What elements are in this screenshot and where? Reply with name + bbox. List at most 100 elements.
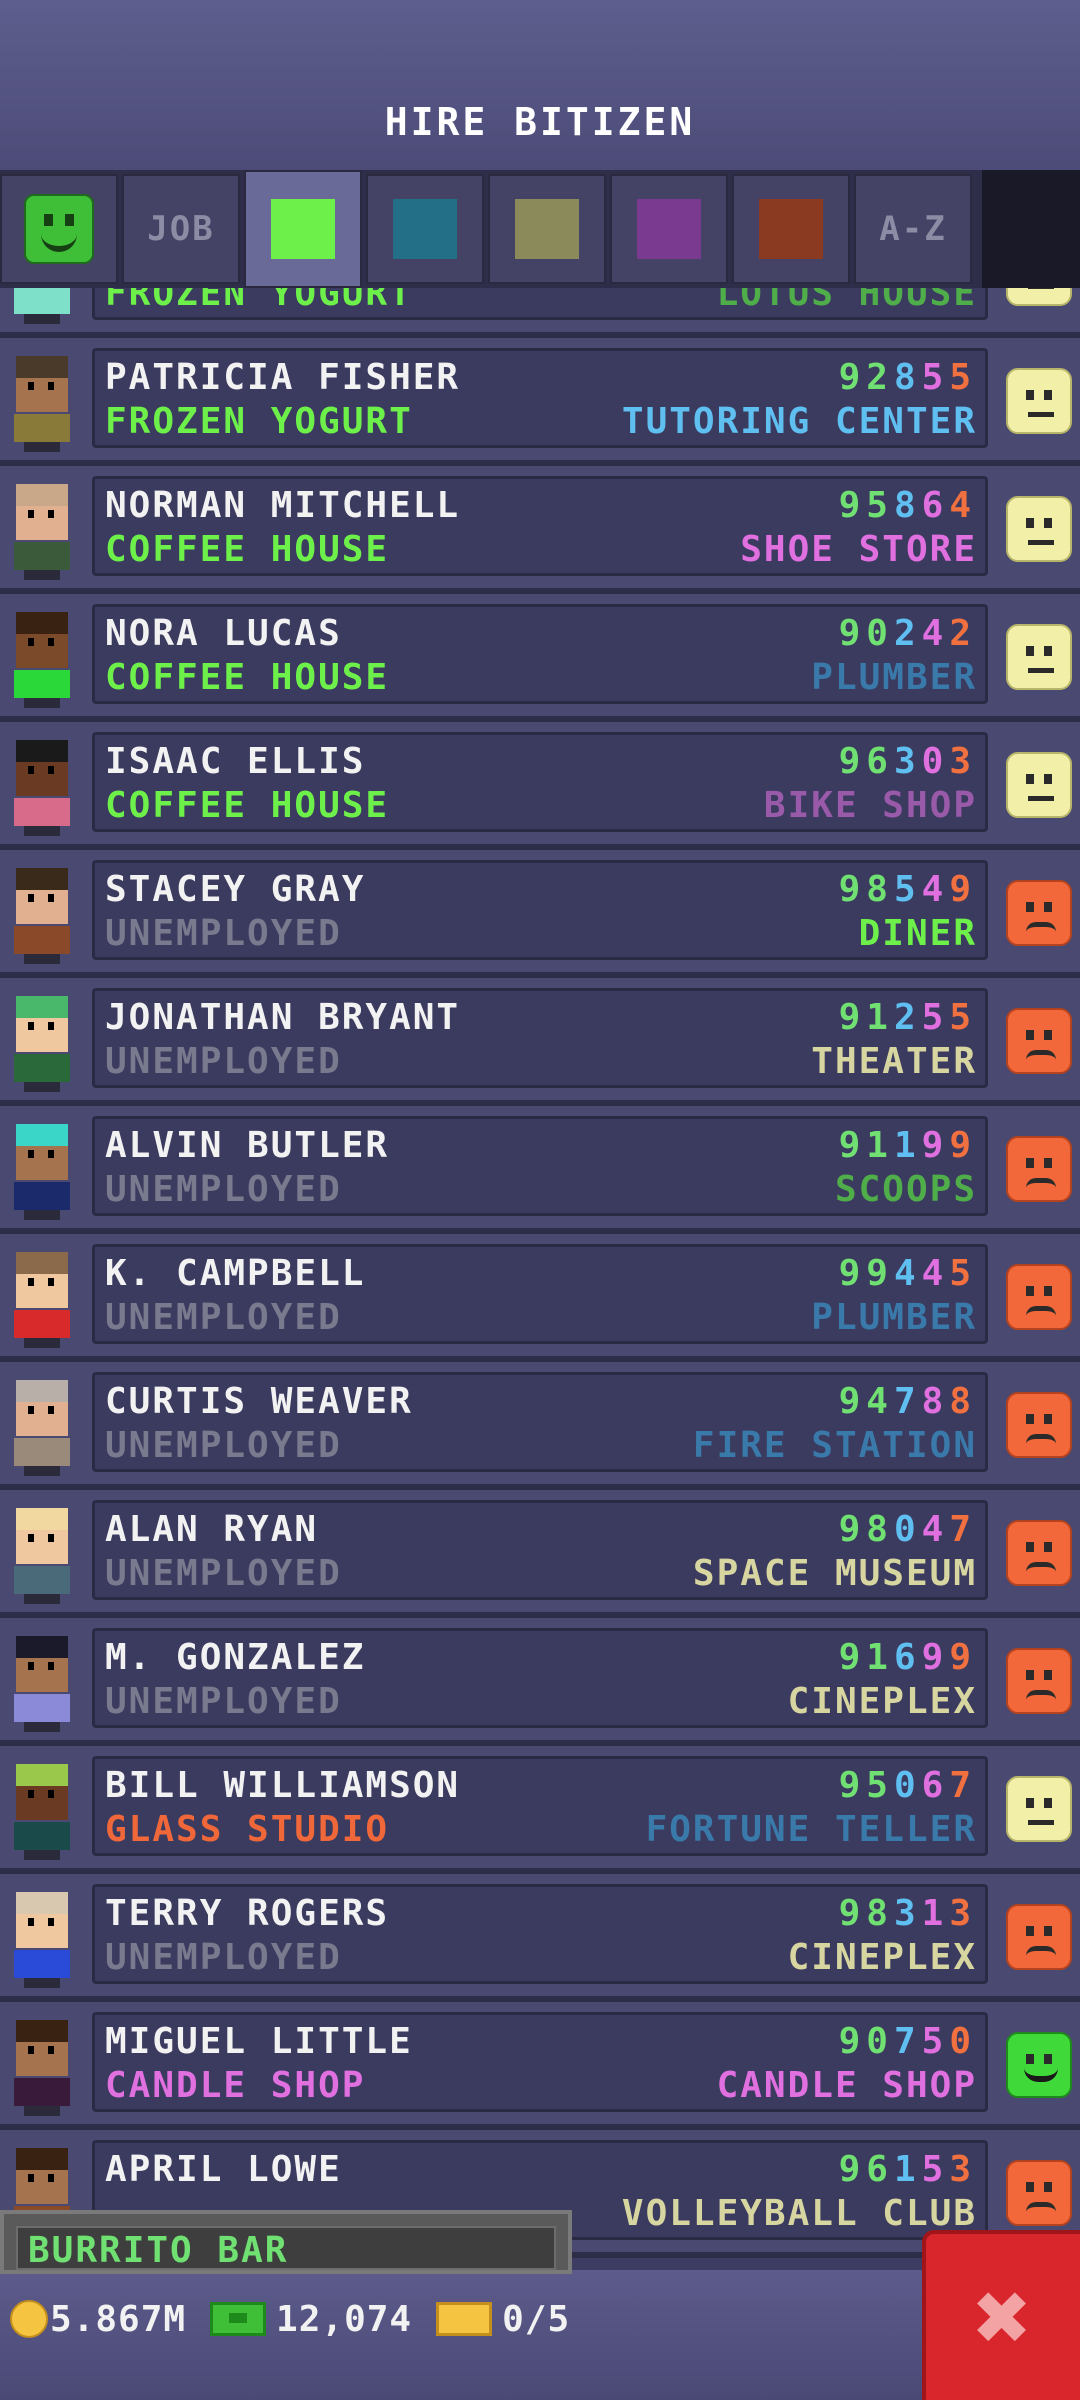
coin-count: 5.867M bbox=[50, 2298, 187, 2340]
tab-color-filter[interactable] bbox=[732, 174, 850, 284]
avatar bbox=[10, 1252, 74, 1348]
skill-digits: 96303 bbox=[838, 741, 977, 782]
tab-a-z[interactable]: A-Z bbox=[854, 174, 972, 284]
tab-color-filter[interactable] bbox=[610, 174, 728, 284]
neutral-face-icon bbox=[1006, 368, 1072, 434]
bux-count: 12,074 bbox=[276, 2298, 413, 2340]
neutral-face-icon bbox=[1006, 1776, 1072, 1842]
list-item[interactable]: ALAN RYAN UNEMPLOYED 98047 SPACE MUSEUM bbox=[0, 1490, 1080, 1618]
current-job-field: BURRITO BAR bbox=[16, 2226, 556, 2271]
current-job: COFFEE HOUSE bbox=[105, 657, 390, 698]
bitizen-name: MIGUEL LITTLE bbox=[105, 2021, 413, 2062]
bitizen-name: K. CAMPBELL bbox=[105, 1253, 366, 1294]
bitizen-name: TERRY ROGERS bbox=[105, 1893, 390, 1934]
avatar bbox=[10, 612, 74, 708]
skill-digits: 96153 bbox=[838, 2149, 977, 2190]
list-item[interactable]: MIGUEL LITTLE CANDLE SHOP 90750 CANDLE SHOP bbox=[0, 2002, 1080, 2130]
avatar bbox=[10, 996, 74, 1092]
sad-face-icon bbox=[1006, 1264, 1072, 1330]
bitizen-info: PATRICIA FISHER FROZEN YOGURT 92855 TUTORIN… bbox=[92, 348, 988, 448]
color-swatch bbox=[637, 199, 701, 259]
dream-job: SHOE STORE bbox=[740, 529, 977, 570]
list-item[interactable]: TERRY ROGERS UNEMPLOYED 98313 CINEPLEX bbox=[0, 1874, 1080, 2002]
filter-tabs: JOB A-Z bbox=[0, 170, 1080, 288]
list-item[interactable]: NORA LUCAS COFFEE HOUSE 90242 PLUMBER bbox=[0, 594, 1080, 722]
bitizen-name: ALVIN BUTLER bbox=[105, 1125, 390, 1166]
list-item[interactable]: STACEY GRAY UNEMPLOYED 98549 DINER bbox=[0, 850, 1080, 978]
avatar bbox=[10, 1380, 74, 1476]
list-item[interactable]: K. CAMPBELL UNEMPLOYED 99445 PLUMBER bbox=[0, 1234, 1080, 1362]
sad-face-icon bbox=[1006, 1392, 1072, 1458]
close-button[interactable]: ✖ bbox=[922, 2230, 1080, 2400]
current-job: FROZEN YOGURT bbox=[105, 288, 413, 314]
neutral-face-icon bbox=[1006, 288, 1072, 306]
tab-color-filter[interactable] bbox=[488, 174, 606, 284]
skill-digits: 98047 bbox=[838, 1509, 977, 1550]
list-item[interactable]: M. GONZALEZ UNEMPLOYED 91699 CINEPLEX bbox=[0, 1618, 1080, 1746]
bux-icon bbox=[210, 2302, 267, 2336]
dream-job: CINEPLEX bbox=[787, 1681, 977, 1722]
avatar bbox=[10, 1508, 74, 1604]
bitizen-list[interactable]: FROZEN YOGURT LOTUS HOUSE PATRICIA FISHER F… bbox=[0, 288, 1080, 2268]
list-item[interactable]: JONATHAN BRYANT UNEMPLOYED 91255 THEATER bbox=[0, 978, 1080, 1106]
color-swatch bbox=[393, 199, 457, 259]
bitizen-name: ISAAC ELLIS bbox=[105, 741, 366, 782]
color-swatch bbox=[515, 199, 579, 259]
bitizen-info: ISAAC ELLIS COFFEE HOUSE 96303 BIKE SHOP bbox=[92, 732, 988, 832]
dream-job: LOTUS HOUSE bbox=[716, 288, 977, 314]
skill-digits: 98313 bbox=[838, 1893, 977, 1934]
dream-job: PLUMBER bbox=[811, 657, 977, 698]
neutral-face-icon bbox=[1006, 752, 1072, 818]
current-job-panel: BURRITO BAR bbox=[0, 2210, 572, 2274]
dream-job: VOLLEYBALL CLUB bbox=[621, 2193, 977, 2234]
bitizen-info: M. GONZALEZ UNEMPLOYED 91699 CINEPLEX bbox=[92, 1628, 988, 1728]
header: HIRE BITIZEN bbox=[0, 0, 1080, 170]
bitizen-name: CURTIS WEAVER bbox=[105, 1381, 413, 1422]
skill-digits: 99445 bbox=[838, 1253, 977, 1294]
list-item[interactable]: CURTIS WEAVER UNEMPLOYED 94788 FIRE STATION bbox=[0, 1362, 1080, 1490]
bitizen-info: NORMAN MITCHELL COFFEE HOUSE 95864 SHOE STO… bbox=[92, 476, 988, 576]
skill-digits: 92855 bbox=[838, 357, 977, 398]
bitizen-info: FROZEN YOGURT LOTUS HOUSE bbox=[92, 288, 988, 320]
list-item[interactable]: PATRICIA FISHER FROZEN YOGURT 92855 TUTORIN… bbox=[0, 338, 1080, 466]
sad-face-icon bbox=[1006, 1136, 1072, 1202]
bitizen-name: ALAN RYAN bbox=[105, 1509, 319, 1550]
list-item[interactable]: ISAAC ELLIS COFFEE HOUSE 96303 BIKE SHOP bbox=[0, 722, 1080, 850]
sad-face-icon bbox=[1006, 1648, 1072, 1714]
list-item[interactable]: NORMAN MITCHELL COFFEE HOUSE 95864 SHOE STO… bbox=[0, 466, 1080, 594]
skill-digits: 91699 bbox=[838, 1637, 977, 1678]
list-item[interactable]: BILL WILLIAMSON GLASS STUDIO 95067 FORTUNE … bbox=[0, 1746, 1080, 1874]
tab-color-filter[interactable] bbox=[244, 170, 362, 288]
sad-face-icon bbox=[1006, 2160, 1072, 2226]
tab-label: A-Z bbox=[879, 209, 947, 249]
current-job: UNEMPLOYED bbox=[105, 1041, 342, 1082]
tab-mood-filter[interactable] bbox=[0, 174, 118, 284]
bitizen-info: K. CAMPBELL UNEMPLOYED 99445 PLUMBER bbox=[92, 1244, 988, 1344]
list-item[interactable]: ALVIN BUTLER UNEMPLOYED 91199 SCOOPS bbox=[0, 1106, 1080, 1234]
avatar bbox=[10, 1636, 74, 1732]
bitizen-info: JONATHAN BRYANT UNEMPLOYED 91255 THEATER bbox=[92, 988, 988, 1088]
tab-color-filter[interactable] bbox=[366, 174, 484, 284]
avatar bbox=[10, 740, 74, 836]
dream-job: CINEPLEX bbox=[787, 1937, 977, 1978]
dream-job: DINER bbox=[858, 913, 977, 954]
tab-overflow-shadow bbox=[982, 170, 1080, 288]
tab-job[interactable]: JOB bbox=[122, 174, 240, 284]
bitizen-name: PATRICIA FISHER bbox=[105, 357, 461, 398]
dream-job: THEATER bbox=[811, 1041, 977, 1082]
dream-job: CANDLE SHOP bbox=[716, 2065, 977, 2106]
close-icon: ✖ bbox=[974, 2261, 1032, 2373]
tab-label: JOB bbox=[147, 209, 215, 249]
current-job: UNEMPLOYED bbox=[105, 913, 342, 954]
happy-face-icon bbox=[1006, 2032, 1072, 2098]
currency-stats: 5.867M 12,074 0/5 bbox=[10, 2294, 570, 2344]
dream-job: TUTORING CENTER bbox=[621, 401, 977, 442]
current-job-label: BURRITO BAR bbox=[28, 2230, 289, 2271]
dream-job: SPACE MUSEUM bbox=[692, 1553, 977, 1594]
list-item[interactable]: FROZEN YOGURT LOTUS HOUSE bbox=[0, 288, 1080, 338]
bitizen-info: MIGUEL LITTLE CANDLE SHOP 90750 CANDLE SHOP bbox=[92, 2012, 988, 2112]
current-job: FROZEN YOGURT bbox=[105, 401, 413, 442]
bitizen-name: BILL WILLIAMSON bbox=[105, 1765, 461, 1806]
dream-job: BIKE SHOP bbox=[763, 785, 977, 826]
skill-digits: 90750 bbox=[838, 2021, 977, 2062]
